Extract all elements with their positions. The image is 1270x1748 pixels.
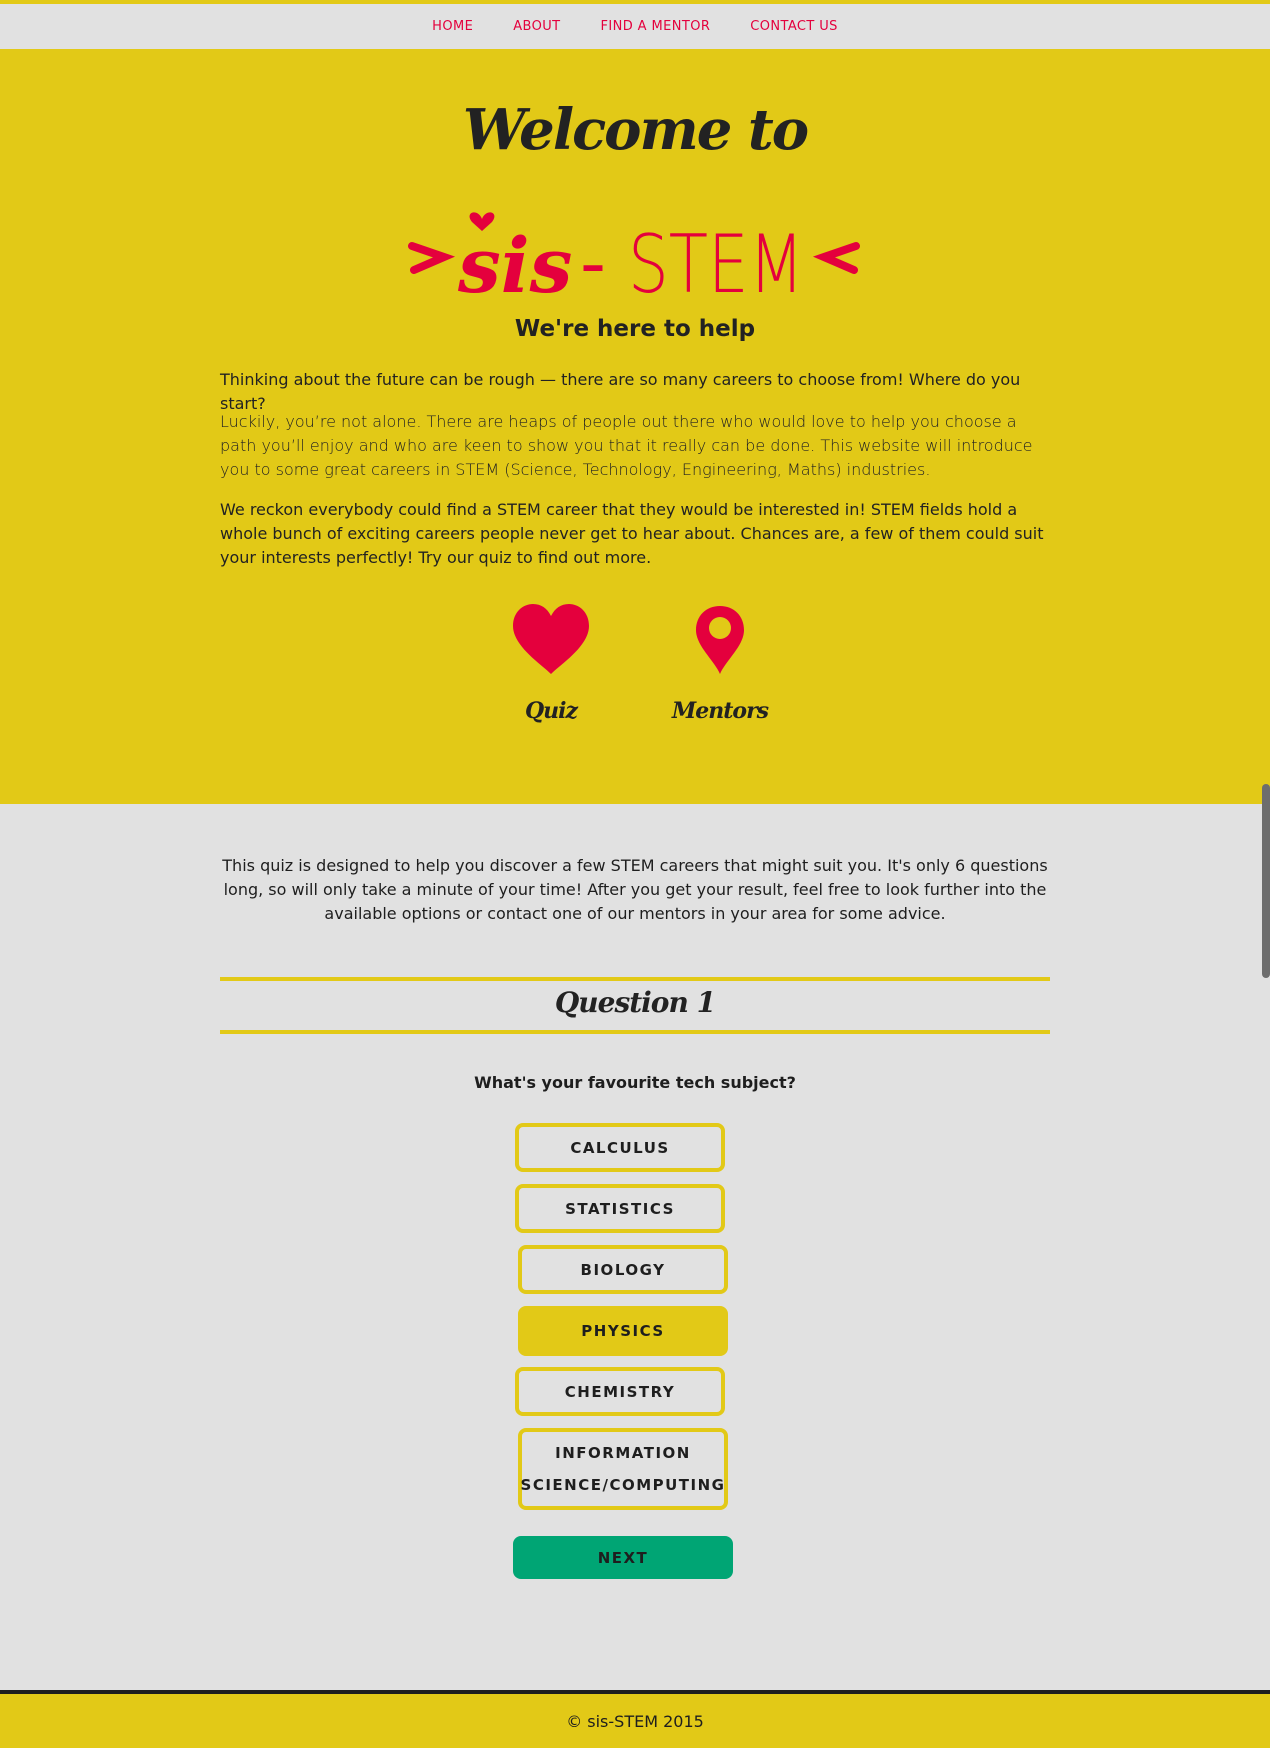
hero-section: Welcome to sis - STEM We're here to help…: [0, 49, 1270, 804]
question-divider-top: [220, 977, 1050, 981]
welcome-heading: Welcome to: [462, 97, 809, 163]
intro-paragraph-3: We reckon everybody could find a STEM ca…: [220, 500, 1044, 567]
logo-stem-text: STEM: [628, 218, 804, 304]
quiz-link[interactable]: Quiz: [476, 604, 626, 724]
question-title: Question 1: [554, 986, 716, 1019]
quiz-label: Quiz: [524, 698, 578, 724]
option-statistics-button[interactable]: STATISTICS: [515, 1184, 725, 1233]
option-information-science-computing-button[interactable]: INFORMATION SCIENCE/COMPUTING: [518, 1428, 728, 1510]
option-biology-button[interactable]: BIOLOGY: [518, 1245, 728, 1294]
mentors-link[interactable]: Mentors: [645, 604, 795, 724]
map-pin-icon: [696, 606, 744, 674]
footer-copyright: © sis-STEM 2015: [566, 1711, 704, 1731]
option-calculus-button[interactable]: CALCULUS: [515, 1123, 725, 1172]
nav-about-link[interactable]: ABOUT: [513, 19, 560, 34]
quiz-intro-text: This quiz is designed to help you discov…: [222, 856, 1048, 923]
option-chemistry-button[interactable]: CHEMISTRY: [515, 1367, 725, 1416]
logo-sis-text: sis: [457, 221, 572, 304]
nav-home-link[interactable]: HOME: [432, 19, 473, 34]
help-heading: We're here to help: [514, 316, 756, 342]
question-text: What's your favourite tech subject?: [474, 1073, 796, 1092]
heart-icon: [513, 604, 589, 674]
logo-dash-text: -: [580, 221, 606, 304]
nav-contact-link[interactable]: CONTACT US: [750, 19, 838, 34]
nav-find-mentor-link[interactable]: FIND A MENTOR: [601, 19, 711, 34]
option-physics-button[interactable]: PHYSICS: [518, 1306, 728, 1356]
scrollbar-thumb[interactable]: [1262, 784, 1270, 978]
intro-paragraph-2: Luckily, you’re not alone. There are hea…: [220, 412, 1033, 479]
mentors-label: Mentors: [671, 698, 769, 724]
question-divider-bottom: [220, 1030, 1050, 1034]
main-nav: HOME ABOUT FIND A MENTOR CONTACT US: [0, 4, 1270, 49]
next-button[interactable]: NEXT: [513, 1536, 733, 1579]
intro-paragraph-1: Thinking about the future can be rough —…: [220, 370, 1021, 413]
footer: © sis-STEM 2015: [0, 1694, 1270, 1748]
sis-stem-logo: sis - STEM: [408, 212, 860, 304]
